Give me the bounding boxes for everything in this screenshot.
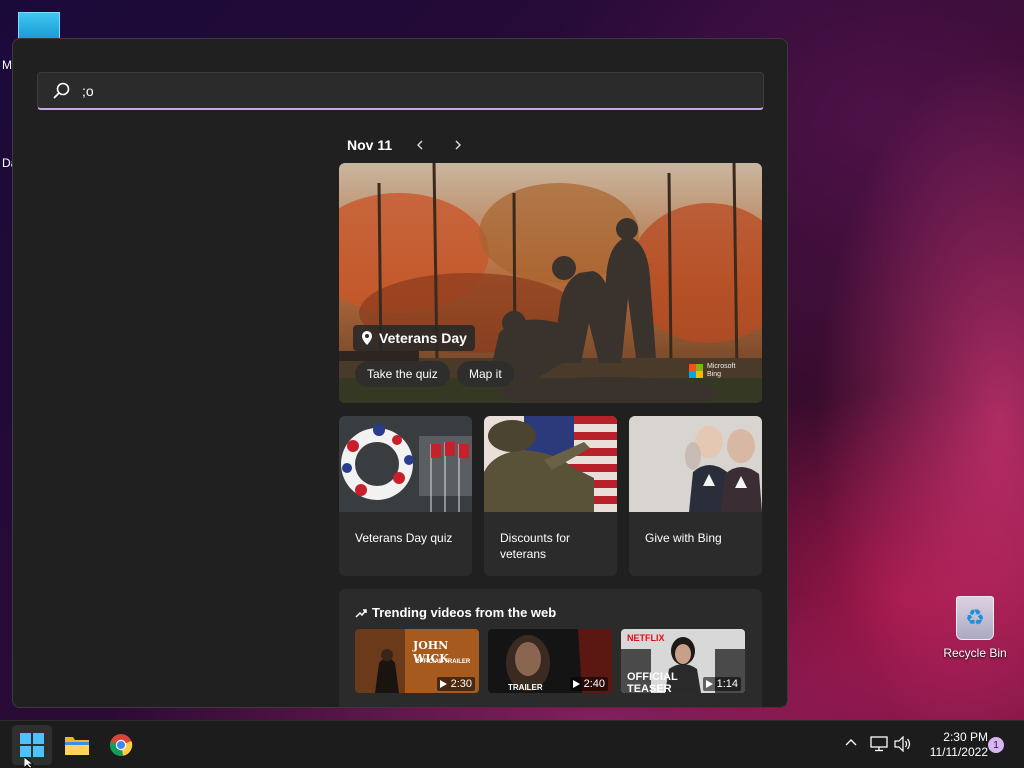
date-navigator: Nov 11 (347, 135, 468, 155)
folder-icon (65, 737, 89, 755)
clock-time: 2:30 PM (943, 730, 988, 744)
card-title: Give with Bing (645, 531, 722, 545)
video-thumbnail-1[interactable]: JOHN WICK OFFICIAL TRAILER 2:30 (355, 629, 479, 693)
clock-date: 11/11/2022 (929, 745, 988, 759)
search-box[interactable] (37, 72, 764, 110)
speaker-icon (894, 735, 911, 753)
video-duration: 2:30 (436, 677, 475, 691)
video-duration: 1:14 (702, 677, 741, 691)
file-explorer-button[interactable] (57, 725, 97, 765)
date-label: Nov 11 (347, 137, 393, 153)
recycle-bin-label: Recycle Bin (943, 646, 1007, 660)
clock[interactable]: 2:30 PM 11/11/2022 (918, 730, 988, 760)
desktop-folder-icon[interactable] (18, 12, 60, 40)
wreath-flags-image (339, 416, 472, 512)
recycle-bin[interactable]: Recycle Bin (938, 596, 1012, 660)
saluting-soldier-image (484, 416, 617, 512)
windows-logo-icon (20, 733, 44, 757)
brand-line-2: Bing (707, 371, 722, 378)
video-thumbnail-3[interactable]: NETFLIX OFFICIAL TEASER 1:14 (621, 629, 745, 693)
take-quiz-button[interactable]: Take the quiz (355, 361, 450, 387)
network-button[interactable] (870, 736, 888, 757)
veterans-portrait-image (629, 416, 762, 512)
notification-badge[interactable]: 1 (988, 737, 1004, 753)
trending-heading: Trending videos from the web (355, 605, 556, 620)
chrome-icon (109, 734, 133, 756)
brand-line-1: Microsoft (707, 363, 736, 370)
play-icon (705, 680, 713, 688)
chrome-button[interactable] (101, 725, 141, 765)
video-thumbnail-2[interactable]: TRAILER 2:40 (488, 629, 612, 693)
video-subcaption: NETFLIX (627, 633, 665, 643)
veterans-day-quiz-card[interactable]: Veterans Day quiz (339, 416, 472, 576)
search-input[interactable] (82, 82, 682, 99)
location-tag[interactable]: Veterans Day (353, 325, 475, 351)
map-pin-icon (362, 331, 372, 345)
location-name: Veterans Day (379, 330, 467, 346)
next-day-button[interactable] (448, 135, 468, 155)
card-title: Veterans Day quiz (355, 531, 453, 545)
network-icon (870, 736, 888, 752)
trending-arrow-icon (355, 608, 367, 618)
card-thumbnail (339, 416, 472, 512)
video-caption: OFFICIAL TEASER (627, 671, 678, 693)
video-subcaption: OFFICIAL TRAILER (415, 659, 471, 665)
show-hidden-icons-button[interactable] (844, 735, 858, 754)
veterans-day-hero[interactable]: Veterans Day Take the quiz Map it Micros… (339, 163, 762, 403)
video-caption: TRAILER (508, 683, 543, 692)
video-duration: 2:40 (569, 677, 608, 691)
taskbar: 2:30 PM 11/11/2022 1 (0, 720, 1024, 768)
chevron-left-icon (417, 140, 423, 150)
trending-heading-text: Trending videos from the web (372, 605, 557, 620)
search-icon (53, 82, 70, 98)
search-panel: Nov 11 (12, 38, 788, 708)
chevron-up-icon (845, 739, 857, 746)
map-it-button[interactable]: Map it (457, 361, 514, 387)
recycle-bin-icon (956, 596, 994, 640)
discounts-for-veterans-card[interactable]: Discounts for veterans (484, 416, 617, 576)
microsoft-bing-logo: Microsoft Bing (689, 363, 735, 379)
card-title: Discounts for veterans (500, 531, 571, 561)
desktop-icon-label[interactable]: M (2, 58, 12, 72)
play-icon (572, 680, 580, 688)
mouse-pointer-icon (24, 757, 34, 768)
previous-day-button[interactable] (410, 135, 430, 155)
volume-button[interactable] (894, 735, 912, 757)
card-thumbnail (484, 416, 617, 512)
chevron-right-icon (455, 140, 462, 150)
give-with-bing-card[interactable]: Give with Bing (629, 416, 762, 576)
microsoft-logo-icon (689, 364, 703, 378)
trending-videos-section: Trending videos from the web JOHN WICK O… (339, 589, 762, 707)
play-icon (439, 680, 447, 688)
card-thumbnail (629, 416, 762, 512)
